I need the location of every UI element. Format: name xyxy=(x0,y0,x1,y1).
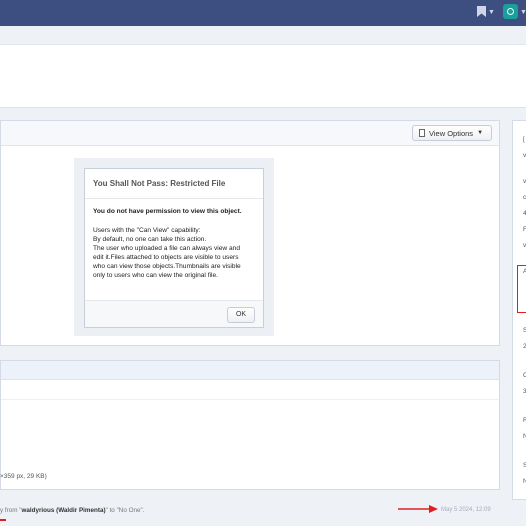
dialog-body: You do not have permission to view this … xyxy=(85,199,263,280)
view-options-button[interactable]: View Options ▼ xyxy=(412,125,493,141)
chevron-down-icon: ▼ xyxy=(477,130,484,136)
permission-message: You do not have permission to view this … xyxy=(93,208,242,215)
transaction-suffix: " to "No One". xyxy=(105,507,145,514)
top-navigation-bar: ▼ ▼ xyxy=(0,0,526,26)
info-panel-header xyxy=(1,361,499,380)
page-header-panel xyxy=(0,44,526,108)
transaction-entry: y from "waldyrious (Waldir Pimenta)" to … xyxy=(0,507,145,514)
transaction-prefix: y from " xyxy=(0,507,22,514)
panel-header: View Options ▼ xyxy=(1,121,499,146)
document-icon xyxy=(419,129,425,137)
capability-line: Users with the "Can View" capability: xyxy=(93,227,201,234)
user-avatar[interactable] xyxy=(503,4,518,19)
view-options-label: View Options xyxy=(429,128,474,138)
user-link[interactable]: waldyrious (Waldir Pimenta) xyxy=(21,507,105,514)
detail-line: who can view those objects.Thumbnails ar… xyxy=(93,263,241,270)
annotation-highlight-box xyxy=(517,265,526,313)
annotation-underline xyxy=(0,519,6,521)
chevron-down-icon[interactable]: ▼ xyxy=(488,9,495,16)
sidebar-text: [ xyxy=(523,136,525,143)
detail-line: edit it.Files attached to objects are vi… xyxy=(93,254,239,261)
detail-line: only to users who can view the original … xyxy=(93,272,218,279)
file-dimensions-size: ×359 px, 29 KB) xyxy=(0,473,47,480)
file-info-panel xyxy=(0,360,500,490)
chevron-down-icon[interactable]: ▼ xyxy=(520,9,526,16)
ok-button[interactable]: OK xyxy=(227,307,255,323)
bookmark-icon[interactable] xyxy=(477,6,486,17)
detail-line: The user who uploaded a file can always … xyxy=(93,245,240,252)
divider xyxy=(1,399,499,400)
restricted-file-dialog: You Shall Not Pass: Restricted File You … xyxy=(84,168,264,328)
detail-line: By default, no one can take this action. xyxy=(93,236,207,243)
transaction-timestamp[interactable]: May 5 2024, 12:09 xyxy=(441,507,491,513)
annotation-arrow-icon xyxy=(398,505,438,513)
dialog-footer: OK xyxy=(85,300,263,327)
dialog-title: You Shall Not Pass: Restricted File xyxy=(85,169,263,199)
